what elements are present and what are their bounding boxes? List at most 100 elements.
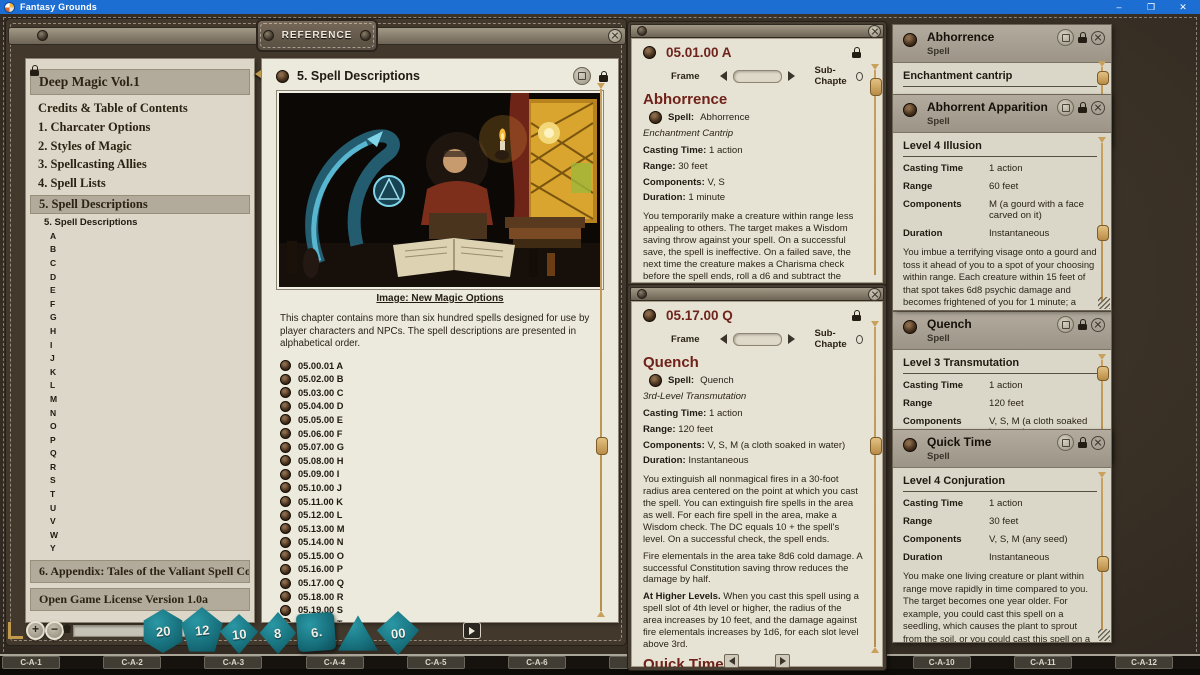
toc-letter[interactable]: L xyxy=(50,379,254,393)
window-mode-icon[interactable] xyxy=(1057,316,1074,333)
lock-icon[interactable] xyxy=(1078,319,1087,330)
restore-button[interactable]: ❐ xyxy=(1146,2,1156,13)
toc-letter[interactable]: R xyxy=(50,461,254,475)
toc-item[interactable]: 4. Spell Lists xyxy=(30,174,250,193)
prev-page-button[interactable] xyxy=(724,654,739,668)
close-icon[interactable] xyxy=(1091,31,1105,45)
frame-prev-icon[interactable] xyxy=(720,71,727,81)
lock-icon[interactable] xyxy=(852,310,861,321)
scrollbar[interactable] xyxy=(600,89,602,611)
scrollbar-handle[interactable] xyxy=(1097,556,1109,572)
die-d6[interactable]: 6. xyxy=(296,612,337,653)
toc-letter[interactable]: P xyxy=(50,434,254,448)
frame-next-icon[interactable] xyxy=(788,71,795,81)
subchapter-link[interactable]: 05.00.01 A xyxy=(280,359,618,373)
subchapter-link[interactable]: 05.05.00 E xyxy=(280,413,618,427)
window-mode-icon[interactable] xyxy=(573,67,591,85)
toc-letter[interactable]: W xyxy=(50,529,254,543)
spell-link[interactable]: Spell: Abhorrence xyxy=(649,111,863,124)
close-icon[interactable] xyxy=(868,288,881,301)
hotkey-tab[interactable]: C-A-3 xyxy=(204,656,262,669)
subchapter-link[interactable]: 05.08.00 H xyxy=(280,454,618,468)
chapter-link-icon[interactable] xyxy=(643,309,656,322)
spell-link[interactable]: Spell: Quench xyxy=(649,374,863,387)
close-icon[interactable] xyxy=(1091,101,1105,115)
toc-letter[interactable]: E xyxy=(50,284,254,298)
toc-item[interactable]: 2. Styles of Magic xyxy=(30,137,250,156)
toc-letter[interactable]: U xyxy=(50,502,254,516)
resize-grip[interactable] xyxy=(1098,629,1110,641)
subchapter-link[interactable]: 05.11.00 K xyxy=(280,495,618,509)
toc-letter[interactable]: Q xyxy=(50,447,254,461)
scrollbar-handle[interactable] xyxy=(870,78,882,96)
link-icon[interactable] xyxy=(903,103,917,117)
scrollbar-handle[interactable] xyxy=(1097,366,1109,381)
toc-letter[interactable]: A xyxy=(50,230,254,244)
close-button[interactable]: ✕ xyxy=(1178,2,1188,13)
toc-letter[interactable]: T xyxy=(50,488,254,502)
toc-letter[interactable]: H xyxy=(50,325,254,339)
card-header[interactable]: Quick Time Spell xyxy=(893,430,1111,468)
lock-icon[interactable] xyxy=(599,71,608,82)
toc-letter[interactable]: F xyxy=(50,298,254,312)
subchapter-link[interactable]: 05.09.00 I xyxy=(280,468,618,482)
frame-selector[interactable] xyxy=(733,333,782,346)
lock-icon[interactable] xyxy=(852,47,861,58)
toc-letter[interactable]: D xyxy=(50,271,254,285)
toc-item[interactable]: Credits & Table of Contents xyxy=(30,99,250,118)
window-mode-icon[interactable] xyxy=(1057,99,1074,116)
toc-sub-item[interactable]: 5. Spell Descriptions xyxy=(44,217,254,228)
card-header[interactable]: Abhorrent Apparition Spell xyxy=(893,95,1111,133)
hotkey-tab[interactable]: C-A-5 xyxy=(407,656,465,669)
scrollbar[interactable] xyxy=(1101,143,1103,301)
toc-letter[interactable]: C xyxy=(50,257,254,271)
hotkey-tab[interactable]: C-A-2 xyxy=(103,656,161,669)
zoom-in-button[interactable]: + xyxy=(26,621,45,640)
close-icon[interactable] xyxy=(1091,318,1105,332)
hotkey-tab[interactable]: C-A-10 xyxy=(913,656,971,669)
toc-letter[interactable]: J xyxy=(50,352,254,366)
subchapter-link[interactable]: 05.18.00 R xyxy=(280,590,618,604)
reference-tab-strap[interactable]: Reference xyxy=(256,19,378,52)
minimize-button[interactable]: – xyxy=(1114,2,1124,13)
close-icon[interactable] xyxy=(1091,436,1105,450)
hotkey-tab[interactable]: C-A-12 xyxy=(1115,656,1173,669)
link-icon[interactable] xyxy=(903,320,917,334)
subchapter-link[interactable]: 05.07.00 G xyxy=(280,440,618,454)
scrollbar[interactable] xyxy=(874,327,876,647)
close-icon[interactable] xyxy=(868,25,881,38)
scrollbar-handle[interactable] xyxy=(1097,225,1109,241)
lock-icon[interactable] xyxy=(1078,102,1087,113)
subchapter-link[interactable]: 05.04.00 D xyxy=(280,400,618,414)
lock-icon[interactable] xyxy=(1078,32,1087,43)
subchapter-link[interactable]: 05.02.00 B xyxy=(280,372,618,386)
subchapter-radio[interactable] xyxy=(856,72,863,81)
subchapter-link[interactable]: 05.14.00 N xyxy=(280,536,618,550)
subchapter-link[interactable]: 05.13.00 M xyxy=(280,522,618,536)
play-button[interactable] xyxy=(463,622,481,639)
link-icon[interactable] xyxy=(903,438,917,452)
toc-item[interactable]: 1. Charcater Options xyxy=(30,118,250,137)
scrollbar-handle[interactable] xyxy=(596,437,608,455)
scrollbar[interactable] xyxy=(1101,478,1103,630)
toc-letter[interactable]: N xyxy=(50,407,254,421)
subchapter-link[interactable]: 05.12.00 L xyxy=(280,508,618,522)
frame-prev-icon[interactable] xyxy=(720,334,727,344)
close-icon[interactable] xyxy=(608,29,622,43)
scrollbar-handle[interactable] xyxy=(870,437,882,455)
hotkey-tab[interactable]: C-A-11 xyxy=(1014,656,1072,669)
toc-item-selected[interactable]: 5. Spell Descriptions xyxy=(30,195,250,214)
hotkey-tab[interactable]: C-A-1 xyxy=(2,656,60,669)
toc-letter[interactable]: G xyxy=(50,311,254,325)
toc-letter[interactable]: S xyxy=(50,474,254,488)
frame-selector[interactable] xyxy=(733,70,782,83)
card-header[interactable]: Abhorrence Spell xyxy=(893,25,1111,63)
chapter-link-icon[interactable] xyxy=(643,46,656,59)
next-page-button[interactable] xyxy=(775,654,790,668)
card-header[interactable]: Quench Spell xyxy=(893,312,1111,350)
lock-icon[interactable] xyxy=(30,63,39,81)
hotkey-tab[interactable]: C-A-4 xyxy=(306,656,364,669)
zoom-out-button[interactable]: − xyxy=(45,621,64,640)
toc-letter[interactable]: M xyxy=(50,393,254,407)
lock-icon[interactable] xyxy=(1078,437,1087,448)
